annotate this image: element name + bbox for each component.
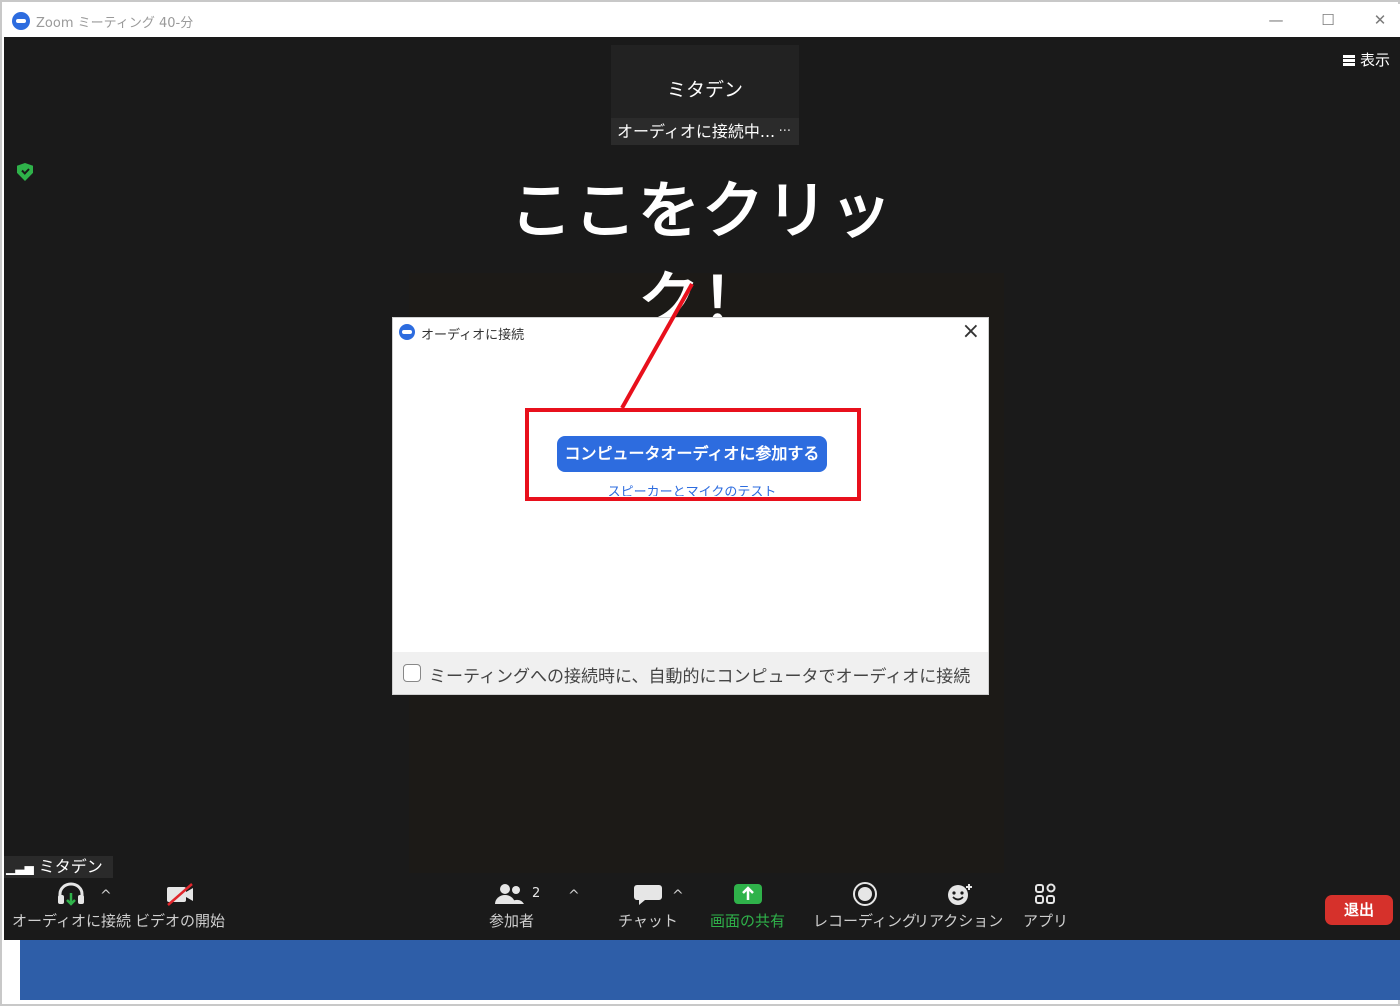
participants-count: 2	[532, 886, 541, 901]
record-label: レコーディング	[813, 912, 917, 930]
audio-button[interactable]: オーディオに接続	[12, 882, 131, 931]
self-name-label: ▁▃▅ ミタデン	[4, 856, 113, 878]
participants-options-caret[interactable]: ^	[568, 888, 580, 904]
apps-label: アプリ	[1023, 912, 1069, 930]
participants-label: 参加者	[489, 912, 535, 930]
share-screen-icon	[733, 884, 762, 904]
chat-label: チャット	[618, 912, 678, 930]
chat-options-caret[interactable]: ^	[672, 888, 684, 904]
video-label: ビデオの開始	[135, 912, 226, 930]
video-off-icon	[167, 883, 193, 906]
headphones-icon	[58, 882, 85, 906]
share-screen-button[interactable]: 画面の共有	[710, 882, 785, 931]
audio-options-caret[interactable]: ^	[100, 888, 112, 904]
signal-icon: ▁▃▅	[6, 861, 34, 875]
video-button[interactable]: ビデオの開始	[135, 882, 225, 931]
app-window: Zoom ミーティング 40-分 — ☐ ✕ 表示 ミタデン オーディオに接続中…	[0, 0, 1400, 1006]
apps-icon	[1034, 883, 1055, 904]
participants-button[interactable]: 参加者	[489, 882, 534, 931]
leave-button[interactable]: 退出	[1325, 895, 1393, 925]
apps-button[interactable]: アプリ	[1023, 882, 1068, 931]
audio-label: オーディオに接続	[12, 912, 131, 930]
record-button[interactable]: レコーディング	[813, 882, 917, 931]
chat-bubble-icon	[633, 885, 662, 905]
self-name: ミタデン	[38, 857, 103, 876]
participants-icon	[494, 884, 524, 904]
share-screen-label: 画面の共有	[710, 912, 786, 930]
reactions-button[interactable]: リアクション	[914, 882, 1003, 931]
record-icon	[852, 882, 877, 906]
chat-button[interactable]: チャット	[618, 882, 678, 931]
taskbar	[20, 940, 1400, 1000]
pointer-stroke	[620, 283, 694, 409]
pointer-line	[620, 283, 694, 409]
reactions-label: リアクション	[914, 912, 1004, 930]
smiley-icon	[947, 884, 972, 905]
